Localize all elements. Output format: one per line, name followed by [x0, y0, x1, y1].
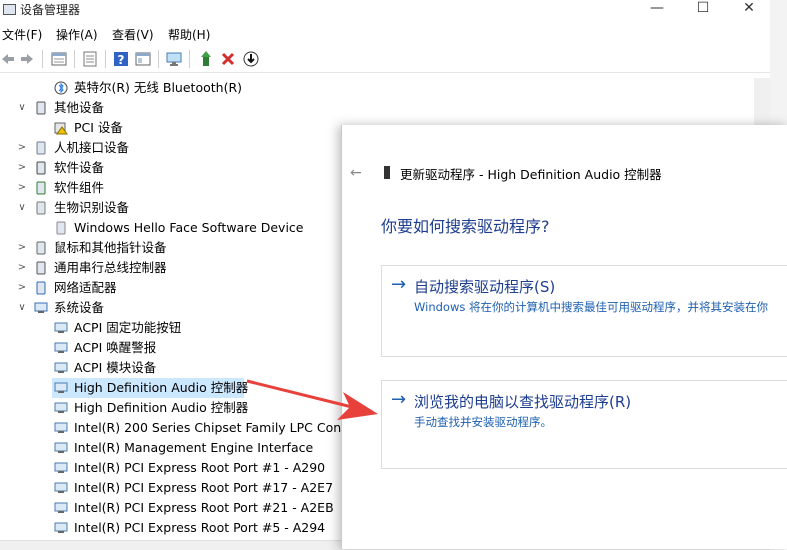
system-device-icon [54, 382, 68, 393]
tree-item-label: Windows Hello Face Software Device [74, 220, 304, 235]
auto-search-description: Windows 将在你的计算机中搜索最佳可用驱动程序，并将其安装在你 [414, 300, 768, 314]
details-icon[interactable] [135, 51, 151, 67]
arrow-right-icon: → [391, 274, 407, 295]
title-bar: 设备管理器 — ☐ ✕ [0, 0, 770, 20]
tree-item-label: ACPI 模块设备 [74, 360, 157, 375]
tree-item-label: High Definition Audio 控制器 [74, 380, 249, 395]
software-component-icon [36, 181, 46, 195]
tree-item-label: 英特尔(R) 无线 Bluetooth(R) [74, 80, 243, 95]
tree-item-label: Intel(R) PCI Express Root Port #1 - A290 [74, 460, 326, 475]
tree-item-label: PCI 设备 [74, 120, 123, 135]
menu-help[interactable]: 帮助(H) [168, 26, 210, 43]
help-icon[interactable]: ? [113, 51, 129, 67]
system-device-icon [54, 422, 68, 433]
scan-hardware-icon[interactable] [166, 51, 182, 67]
tree-item-label: 鼠标和其他指针设备 [54, 240, 167, 255]
toolbar-separator [105, 50, 106, 68]
maximize-button[interactable]: ☐ [680, 0, 726, 18]
system-device-icon [54, 462, 68, 473]
menu-file[interactable]: 文件(F) [2, 26, 42, 43]
menu-view[interactable]: 查看(V) [112, 26, 154, 43]
arrow-right-icon: → [391, 389, 407, 410]
hid-icon [36, 141, 46, 155]
dialog-title: 更新驱动程序 - High Definition Audio 控制器 [400, 167, 662, 182]
tree-item-label: 软件组件 [54, 180, 105, 195]
auto-search-option[interactable]: → 自动搜索驱动程序(S) Windows 将在你的计算机中搜索最佳可用驱动程序… [381, 265, 787, 357]
uninstall-icon[interactable] [220, 51, 236, 67]
collapse-chevron-icon[interactable]: > [16, 158, 28, 178]
properties-icon[interactable] [51, 51, 67, 67]
tree-item-label: 通用串行总线控制器 [54, 260, 167, 275]
browse-computer-description: 手动查找并安装驱动程序。 [414, 415, 552, 429]
warning-device-icon [54, 122, 68, 135]
system-device-icon [54, 342, 68, 353]
tree-item-label: 软件设备 [54, 160, 105, 175]
system-device-icon [54, 442, 68, 453]
expand-chevron-icon[interactable]: ∨ [16, 298, 28, 318]
tree-item-label: ACPI 固定功能按钮 [74, 320, 182, 335]
minimize-button[interactable]: — [634, 0, 680, 18]
tree-item-label: Intel(R) PCI Express Root Port #17 - A2E… [74, 480, 334, 495]
biometric-device-icon [56, 221, 66, 235]
system-device-icon [54, 322, 68, 333]
tree-item-label: 系统设备 [54, 300, 105, 315]
mouse-icon [36, 241, 46, 255]
device-icon [384, 166, 390, 179]
system-icon [34, 302, 48, 313]
other-device-icon [36, 101, 46, 115]
tree-item-label: 网络适配器 [54, 280, 117, 295]
software-device-icon [36, 161, 46, 175]
browse-computer-title: 浏览我的电脑以查找驱动程序(R) [414, 393, 632, 411]
menu-action[interactable]: 操作(A) [56, 26, 98, 43]
window-title: 设备管理器 [20, 3, 81, 17]
system-device-icon [54, 502, 68, 513]
expand-chevron-icon[interactable]: ∨ [16, 198, 28, 218]
network-icon [36, 281, 46, 295]
device-manager-icon [3, 4, 16, 15]
forward-icon[interactable] [19, 51, 35, 67]
system-device-icon [54, 482, 68, 493]
tree-item-label: Intel(R) PCI Express Root Port #21 - A2E… [74, 500, 334, 515]
system-device-icon [54, 522, 68, 533]
toolbar-separator [74, 50, 75, 68]
update-driver-icon[interactable] [198, 51, 214, 67]
list-view-icon[interactable] [82, 51, 98, 67]
toolbar-separator [189, 50, 190, 68]
browse-computer-option[interactable]: → 浏览我的电脑以查找驱动程序(R) 手动查找并安装驱动程序。 [381, 380, 787, 469]
dialog-heading: 你要如何搜索驱动程序? [381, 217, 550, 236]
system-device-icon [54, 402, 68, 413]
update-driver-dialog: ← 更新驱动程序 - High Definition Audio 控制器 你要如… [341, 125, 787, 549]
tree-item[interactable]: 英特尔(R) 无线 Bluetooth(R) [52, 78, 752, 98]
expand-chevron-icon[interactable]: ∨ [16, 98, 28, 118]
collapse-chevron-icon[interactable]: > [16, 258, 28, 278]
toolbar-separator [42, 50, 43, 68]
tree-item[interactable]: High Definition Audio 控制器 [52, 378, 248, 398]
tree-item-label: 生物识别设备 [54, 200, 130, 215]
tree-item-label: Intel(R) PCI Express Root Port #5 - A294 [74, 520, 326, 535]
bluetooth-icon [54, 81, 68, 95]
biometric-icon [36, 201, 46, 215]
close-button[interactable]: ✕ [726, 0, 772, 18]
toolbar: ? [0, 46, 770, 73]
collapse-chevron-icon[interactable]: > [16, 138, 28, 158]
auto-search-title: 自动搜索驱动程序(S) [414, 278, 556, 296]
collapse-chevron-icon[interactable]: > [16, 278, 28, 298]
toolbar-separator [158, 50, 159, 68]
back-arrow-icon[interactable]: ← [350, 165, 362, 181]
collapse-chevron-icon[interactable]: > [16, 178, 28, 198]
tree-item-label: Intel(R) 200 Series Chipset Family LPC C… [74, 420, 366, 435]
back-icon[interactable] [0, 51, 16, 67]
collapse-chevron-icon[interactable]: > [16, 238, 28, 258]
svg-text:?: ? [118, 53, 125, 67]
download-icon[interactable] [243, 51, 259, 67]
tree-item-label: 其他设备 [54, 100, 105, 115]
tree-item[interactable]: ∨ 其他设备 [18, 98, 732, 118]
tree-item-label: ACPI 唤醒警报 [74, 340, 157, 355]
system-device-icon [54, 362, 68, 373]
tree-item-label: High Definition Audio 控制器 [74, 400, 249, 415]
tree-item-label: Intel(R) Management Engine Interface [74, 440, 314, 455]
tree-item-label: 人机接口设备 [54, 140, 130, 155]
usb-icon [36, 261, 46, 275]
menu-bar: 文件(F) 操作(A) 查看(V) 帮助(H) [0, 23, 770, 45]
